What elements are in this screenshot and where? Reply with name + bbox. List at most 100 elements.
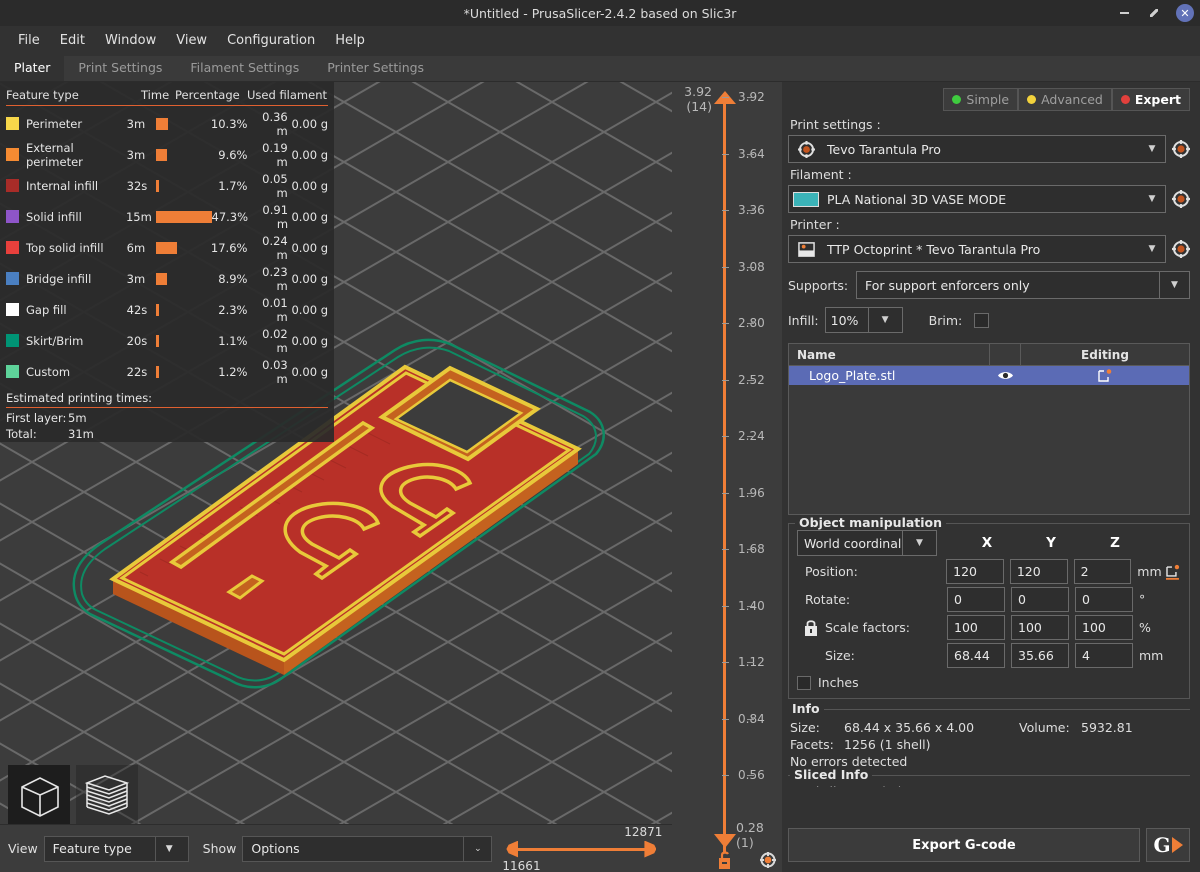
coordinate-system-select[interactable]: World coordinal ▼: [797, 530, 937, 556]
view-select-value: Feature type: [52, 841, 132, 856]
tab-printer-settings[interactable]: Printer Settings: [313, 55, 438, 81]
view-mode-buttons: [8, 765, 138, 827]
send-gcode-button[interactable]: G: [1146, 828, 1190, 862]
axis-y-label: Y: [1046, 535, 1056, 551]
layer-slider-lower-handle[interactable]: [714, 834, 736, 848]
supports-label: Supports:: [788, 277, 849, 293]
supports-row: Supports: For support enforcers only ▼: [788, 271, 1190, 299]
inches-checkbox[interactable]: [797, 675, 811, 690]
position-y-field[interactable]: 120: [1009, 559, 1068, 584]
infill-value[interactable]: 10%: [824, 307, 869, 333]
feature-type-legend: Feature type Time Percentage Used filame…: [0, 82, 334, 442]
edit-icon[interactable]: [1021, 368, 1189, 383]
position-x-field[interactable]: 120: [946, 559, 1004, 584]
unlock-icon[interactable]: [717, 850, 735, 870]
legend-time: 42s: [126, 302, 148, 317]
3d-viewport[interactable]: Feature type Time Percentage Used filame…: [0, 82, 672, 872]
legend-used-weight: 0.00 g: [291, 271, 328, 286]
supports-select[interactable]: For support enforcers only ▼: [856, 271, 1190, 299]
move-slider-right-handle[interactable]: [644, 840, 657, 858]
eye-icon[interactable]: [989, 370, 1021, 381]
size-z-field[interactable]: 4: [1075, 643, 1133, 668]
size-row: Size: 68.44 35.66 4 mm: [797, 643, 1181, 668]
layer-tick-label: 3.64: [722, 147, 765, 161]
legend-used-length: 0.01 m: [262, 295, 288, 324]
rotate-x-field[interactable]: 0: [947, 587, 1005, 612]
rotate-z-field[interactable]: 0: [1075, 587, 1133, 612]
legend-percentage: 1.7%: [218, 178, 248, 193]
rotate-label: Rotate:: [805, 592, 851, 607]
menu-item-help[interactable]: Help: [325, 30, 375, 51]
drop-to-bed-icon[interactable]: [1165, 564, 1181, 580]
minimize-icon[interactable]: [1116, 5, 1132, 21]
tab-print-settings[interactable]: Print Settings: [64, 55, 176, 81]
legend-bar: [155, 210, 212, 223]
gear-icon[interactable]: [760, 852, 776, 868]
preview-view-button[interactable]: [76, 765, 138, 827]
brim-checkbox[interactable]: [974, 312, 990, 328]
print-settings-select[interactable]: Tevo Tarantula Pro ▼: [788, 135, 1166, 163]
move-slider-left-handle[interactable]: [506, 840, 519, 858]
filament-select[interactable]: PLA National 3D VASE MODE ▼: [788, 185, 1166, 213]
export-gcode-button[interactable]: Export G-code: [788, 828, 1140, 862]
mode-selector: Simple Advanced Expert: [788, 88, 1190, 111]
tab-filament-settings[interactable]: Filament Settings: [176, 55, 313, 81]
legend-used-length: 0.24 m: [262, 233, 288, 262]
mode-simple-button[interactable]: Simple: [943, 88, 1019, 111]
total-value: 31m: [68, 427, 94, 441]
object-list[interactable]: Name Editing Logo_Plate.stl: [788, 343, 1190, 515]
size-x-field[interactable]: 68.44: [947, 643, 1005, 668]
scale-z-field[interactable]: 100: [1075, 615, 1133, 640]
window-controls: ✕: [1116, 0, 1194, 26]
print-settings-cog-icon[interactable]: [1172, 140, 1190, 158]
maximize-icon[interactable]: [1146, 5, 1162, 21]
mode-advanced-button[interactable]: Advanced: [1018, 88, 1112, 111]
legend-row: Gap fill 42s 2.3% 0.01 m 0.00 g: [0, 294, 334, 325]
rotate-y-field[interactable]: 0: [1011, 587, 1069, 612]
menu-item-window[interactable]: Window: [95, 30, 166, 51]
layer-bottom-value: 0.28: [736, 820, 764, 835]
scale-y-field[interactable]: 100: [1011, 615, 1069, 640]
supports-value: For support enforcers only: [865, 277, 1030, 293]
layer-tick-label: 0.84: [722, 712, 765, 726]
legend-time: 3m: [126, 116, 146, 131]
mode-expert-button[interactable]: Expert: [1111, 88, 1190, 111]
position-z-field[interactable]: 2: [1073, 559, 1132, 584]
filament-cog-icon[interactable]: [1172, 190, 1190, 208]
tab-plater[interactable]: Plater: [0, 55, 65, 81]
layer-slider[interactable]: 3.92 (14) 3.92 3.64 3.36 3.08 2.80 2.52 2.24 1.…: [672, 82, 782, 872]
inches-row[interactable]: Inches: [797, 675, 1181, 690]
legend-row: Skirt/Brim 20s 1.1% 0.02 m 0.00 g: [0, 325, 334, 356]
total-time-row: Total: 31m: [0, 426, 334, 442]
scale-x-field[interactable]: 100: [947, 615, 1005, 640]
legend-percentage: 2.3%: [218, 302, 248, 317]
table-row[interactable]: Logo_Plate.stl: [789, 366, 1189, 385]
menu-item-edit[interactable]: Edit: [50, 30, 95, 51]
horizontal-move-slider[interactable]: 12871 11661: [502, 825, 662, 872]
show-select[interactable]: Options ⌄: [242, 835, 493, 862]
chevron-down-icon: ▼: [1148, 244, 1156, 254]
view-select[interactable]: Feature type ▼: [43, 835, 189, 862]
printer-select[interactable]: TTP Octoprint * Tevo Tarantula Pro ▼: [788, 235, 1166, 263]
menu-item-configuration[interactable]: Configuration: [217, 30, 325, 51]
legend-header: Feature type Time Percentage Used filame…: [0, 86, 334, 105]
chevron-down-icon: ▼: [902, 531, 936, 555]
legend-time: 3m: [126, 271, 146, 286]
legend-bar: [156, 303, 210, 316]
used-filament-value: 2.03: [923, 784, 951, 787]
lock-icon[interactable]: [803, 619, 819, 637]
editor-view-button[interactable]: [8, 765, 70, 827]
close-icon[interactable]: ✕: [1176, 4, 1194, 22]
menu-item-file[interactable]: File: [8, 30, 50, 51]
menu-item-view[interactable]: View: [166, 30, 217, 51]
tab-bar: Plater Print Settings Filament Settings …: [0, 55, 1200, 82]
legend-percentage: 1.2%: [218, 364, 248, 379]
infill-dropdown-arrow[interactable]: ▼: [868, 307, 903, 333]
printer-cog-icon[interactable]: [1172, 240, 1190, 258]
legend-col-percentage: Percentage: [175, 88, 240, 102]
legend-col-used-filament: Used filament: [247, 88, 328, 102]
info-panel: Info Size: 68.44 x 35.66 x 4.00 Volume: …: [788, 701, 1190, 769]
size-y-field[interactable]: 35.66: [1011, 643, 1069, 668]
legend-feature-name: Perimeter: [26, 116, 83, 131]
move-slider-track: [514, 847, 649, 851]
